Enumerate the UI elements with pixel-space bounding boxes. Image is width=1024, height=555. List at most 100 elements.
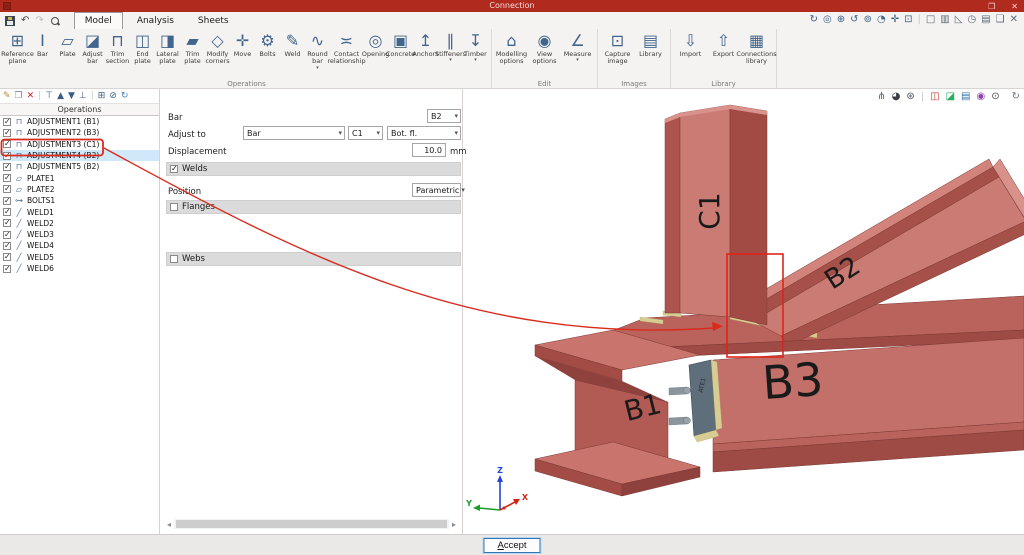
- separator[interactable]: |: [917, 14, 920, 26]
- ribbon-button[interactable]: ▣ Concrete: [388, 30, 413, 71]
- fin-plate[interactable]: ATE1: [669, 360, 722, 442]
- operation-checkbox[interactable]: [3, 152, 11, 160]
- operation-checkbox[interactable]: [3, 219, 11, 227]
- separator[interactable]: |: [91, 89, 94, 104]
- welds-section-header[interactable]: Welds: [166, 162, 461, 176]
- operation-checkbox[interactable]: [3, 242, 11, 250]
- scroll-left-icon[interactable]: ◂: [164, 520, 174, 529]
- orbit-icon[interactable]: ◔: [877, 14, 886, 26]
- horizontal-scrollbar[interactable]: ◂ ▸: [164, 518, 459, 530]
- wireframe-view-icon[interactable]: ▥: [940, 14, 949, 26]
- workplane-icon[interactable]: ◪: [946, 90, 955, 103]
- operation-checkbox[interactable]: [3, 208, 11, 216]
- axes-icon[interactable]: ⋔: [877, 90, 885, 103]
- close-window-button[interactable]: ✕: [1011, 2, 1018, 11]
- pan-icon[interactable]: ✛: [891, 14, 899, 26]
- connection-3d-scene[interactable]: B2 C1 B3 B1: [463, 89, 1024, 534]
- ribbon-button[interactable]: ◇ Modify corners: [205, 30, 230, 71]
- scroll-right-icon[interactable]: ▸: [449, 520, 459, 529]
- operation-checkbox[interactable]: [3, 185, 11, 193]
- operation-tree-item[interactable]: ⊶ BOLTS1: [0, 195, 159, 206]
- ribbon-button[interactable]: ✎ Weld: [280, 30, 305, 71]
- ribbon-button[interactable]: ▱ Plate: [55, 30, 80, 71]
- ribbon-button[interactable]: ⇧ Export: [707, 30, 740, 66]
- move-bottom-icon[interactable]: ⊥: [79, 89, 87, 104]
- operation-tree-item[interactable]: ⊓ ADJUSTMENT1 (B1): [0, 116, 159, 127]
- ribbon-tab[interactable]: Analysis: [127, 12, 184, 29]
- layers-icon[interactable]: ▤: [961, 90, 970, 103]
- save-icon[interactable]: [5, 16, 15, 26]
- ribbon-button[interactable]: ▦ Connections library: [740, 30, 773, 66]
- delete-operation-icon[interactable]: ✕: [27, 89, 35, 104]
- separator[interactable]: |: [38, 89, 41, 104]
- operation-checkbox[interactable]: [3, 118, 11, 126]
- fit-screen-icon[interactable]: ⊡: [904, 14, 912, 26]
- displacement-input[interactable]: 10.0: [412, 143, 446, 157]
- copy-operation-icon[interactable]: ❐: [15, 89, 23, 104]
- rotate-model-icon[interactable]: ↻: [1012, 90, 1020, 103]
- ribbon-button[interactable]: ⊓ Trim section: [105, 30, 130, 71]
- ribbon-tab[interactable]: Sheets: [188, 12, 239, 29]
- edit-operation-icon[interactable]: ✎: [3, 89, 11, 104]
- operation-checkbox[interactable]: [3, 140, 11, 148]
- render-icon[interactable]: ◉: [976, 90, 985, 103]
- operation-tree-item[interactable]: ⊓ ADJUSTMENT2 (B3): [0, 127, 159, 138]
- report-icon[interactable]: ▤: [981, 14, 990, 26]
- operation-tree-item[interactable]: ⊓ ADJUSTMENT3 (C1): [0, 139, 159, 150]
- move-down-icon[interactable]: ▼: [68, 89, 75, 104]
- model-viewport[interactable]: ⋔◕⊛|◫◪▤◉⊙ ↻ B2 C1: [463, 89, 1024, 534]
- clipping-icon[interactable]: ◫: [930, 90, 939, 103]
- ribbon-button[interactable]: ⊡ Capture image: [601, 30, 634, 66]
- operation-tree-item[interactable]: ╱ WELD1: [0, 206, 159, 217]
- adjust-to-part-select[interactable]: Bot. fl.: [387, 126, 461, 140]
- accept-button[interactable]: Accept: [483, 538, 540, 553]
- operation-tree-item[interactable]: ╱ WELD2: [0, 218, 159, 229]
- ribbon-button[interactable]: ⌂ Modelling options: [495, 30, 528, 66]
- scrollbar-thumb[interactable]: [176, 520, 447, 528]
- refresh-view-icon[interactable]: ↺: [850, 14, 858, 26]
- position-select[interactable]: Parametric: [412, 183, 461, 197]
- ribbon-button[interactable]: ↧ Timber ▾: [463, 30, 488, 71]
- adjust-to-member-select[interactable]: C1: [348, 126, 383, 140]
- webs-section-header[interactable]: Webs: [166, 252, 461, 266]
- protractor-icon[interactable]: ◺: [955, 14, 963, 26]
- flanges-checkbox[interactable]: [170, 203, 178, 211]
- rotate-view-icon[interactable]: ↻: [810, 14, 818, 26]
- operation-checkbox[interactable]: [3, 197, 11, 205]
- member-c1[interactable]: C1: [665, 105, 767, 325]
- ribbon-button[interactable]: Ⅰ Bar: [30, 30, 55, 71]
- operation-tree-item[interactable]: ⊓ ADJUSTMENT4 (B2): [0, 150, 159, 161]
- operation-checkbox[interactable]: [3, 253, 11, 261]
- clock-icon[interactable]: ◷: [967, 14, 976, 26]
- redo-icon[interactable]: ↷: [35, 16, 43, 26]
- ribbon-button[interactable]: ⊞ Reference plane: [5, 30, 30, 71]
- welds-checkbox[interactable]: [170, 165, 178, 173]
- operation-checkbox[interactable]: [3, 163, 11, 171]
- move-up-icon[interactable]: ▲: [57, 89, 64, 104]
- ribbon-button[interactable]: ≍ Contact relationship: [330, 30, 363, 71]
- zoom-select-icon[interactable]: ⊚: [864, 14, 872, 26]
- operation-tree-item[interactable]: ▱ PLATE2: [0, 184, 159, 195]
- scrollbar-track[interactable]: [174, 519, 449, 529]
- ribbon-button[interactable]: ✛ Move: [230, 30, 255, 71]
- ribbon-button[interactable]: ◎ Opening: [363, 30, 388, 71]
- ribbon-tab[interactable]: Model: [74, 12, 123, 29]
- ribbon-button[interactable]: ∥ Stiffeners ▾: [438, 30, 463, 71]
- ribbon-button[interactable]: ◨ Lateral plate: [155, 30, 180, 71]
- operation-tree-item[interactable]: ▱ PLATE1: [0, 172, 159, 183]
- ribbon-button[interactable]: ∿ Round bar ▾: [305, 30, 330, 71]
- operation-tree-item[interactable]: ╱ WELD4: [0, 240, 159, 251]
- ribbon-button[interactable]: ∠ Measure ▾: [561, 30, 594, 66]
- operation-checkbox[interactable]: [3, 265, 11, 273]
- operation-tree-item[interactable]: ⊓ ADJUSTMENT5 (B2): [0, 161, 159, 172]
- separator[interactable]: |: [921, 90, 924, 103]
- operation-tree-item[interactable]: ╱ WELD5: [0, 252, 159, 263]
- operation-checkbox[interactable]: [3, 129, 11, 137]
- adjust-to-type-select[interactable]: Bar: [243, 126, 345, 140]
- restore-window-button[interactable]: ❐: [988, 2, 995, 11]
- operation-checkbox[interactable]: [3, 174, 11, 182]
- ribbon-button[interactable]: ⚙ Bolts: [255, 30, 280, 71]
- undo-icon[interactable]: ↶: [21, 16, 29, 26]
- webs-checkbox[interactable]: [170, 255, 178, 263]
- ribbon-button[interactable]: ◪ Adjust bar: [80, 30, 105, 71]
